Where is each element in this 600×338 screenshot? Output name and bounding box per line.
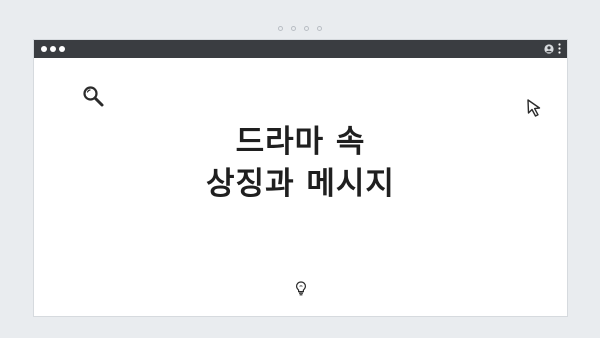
titlebar-actions: [544, 43, 561, 54]
pager-dot[interactable]: [291, 26, 296, 31]
window-content: 드라마 속 상징과 메시지: [34, 58, 567, 318]
search-icon: [81, 84, 105, 112]
user-icon[interactable]: [544, 43, 554, 54]
window-control-dot[interactable]: [41, 46, 47, 52]
window-titlebar: [34, 40, 567, 58]
kebab-menu-icon[interactable]: [558, 43, 561, 54]
page-title: 드라마 속 상징과 메시지: [34, 121, 567, 205]
browser-window: 드라마 속 상징과 메시지: [33, 39, 568, 317]
page-background: 드라마 속 상징과 메시지: [0, 0, 600, 338]
pager-dot[interactable]: [278, 26, 283, 31]
title-line-2: 상징과 메시지: [206, 166, 395, 202]
window-control-dot[interactable]: [50, 46, 56, 52]
pager-dot[interactable]: [317, 26, 322, 31]
window-control-dot[interactable]: [59, 46, 65, 52]
pager-dots: [0, 26, 600, 31]
window-controls: [41, 46, 65, 52]
cursor-icon: [526, 98, 546, 122]
title-line-1: 드라마 속: [235, 124, 366, 160]
pager-dot[interactable]: [304, 26, 309, 31]
lightbulb-icon: [294, 280, 308, 300]
